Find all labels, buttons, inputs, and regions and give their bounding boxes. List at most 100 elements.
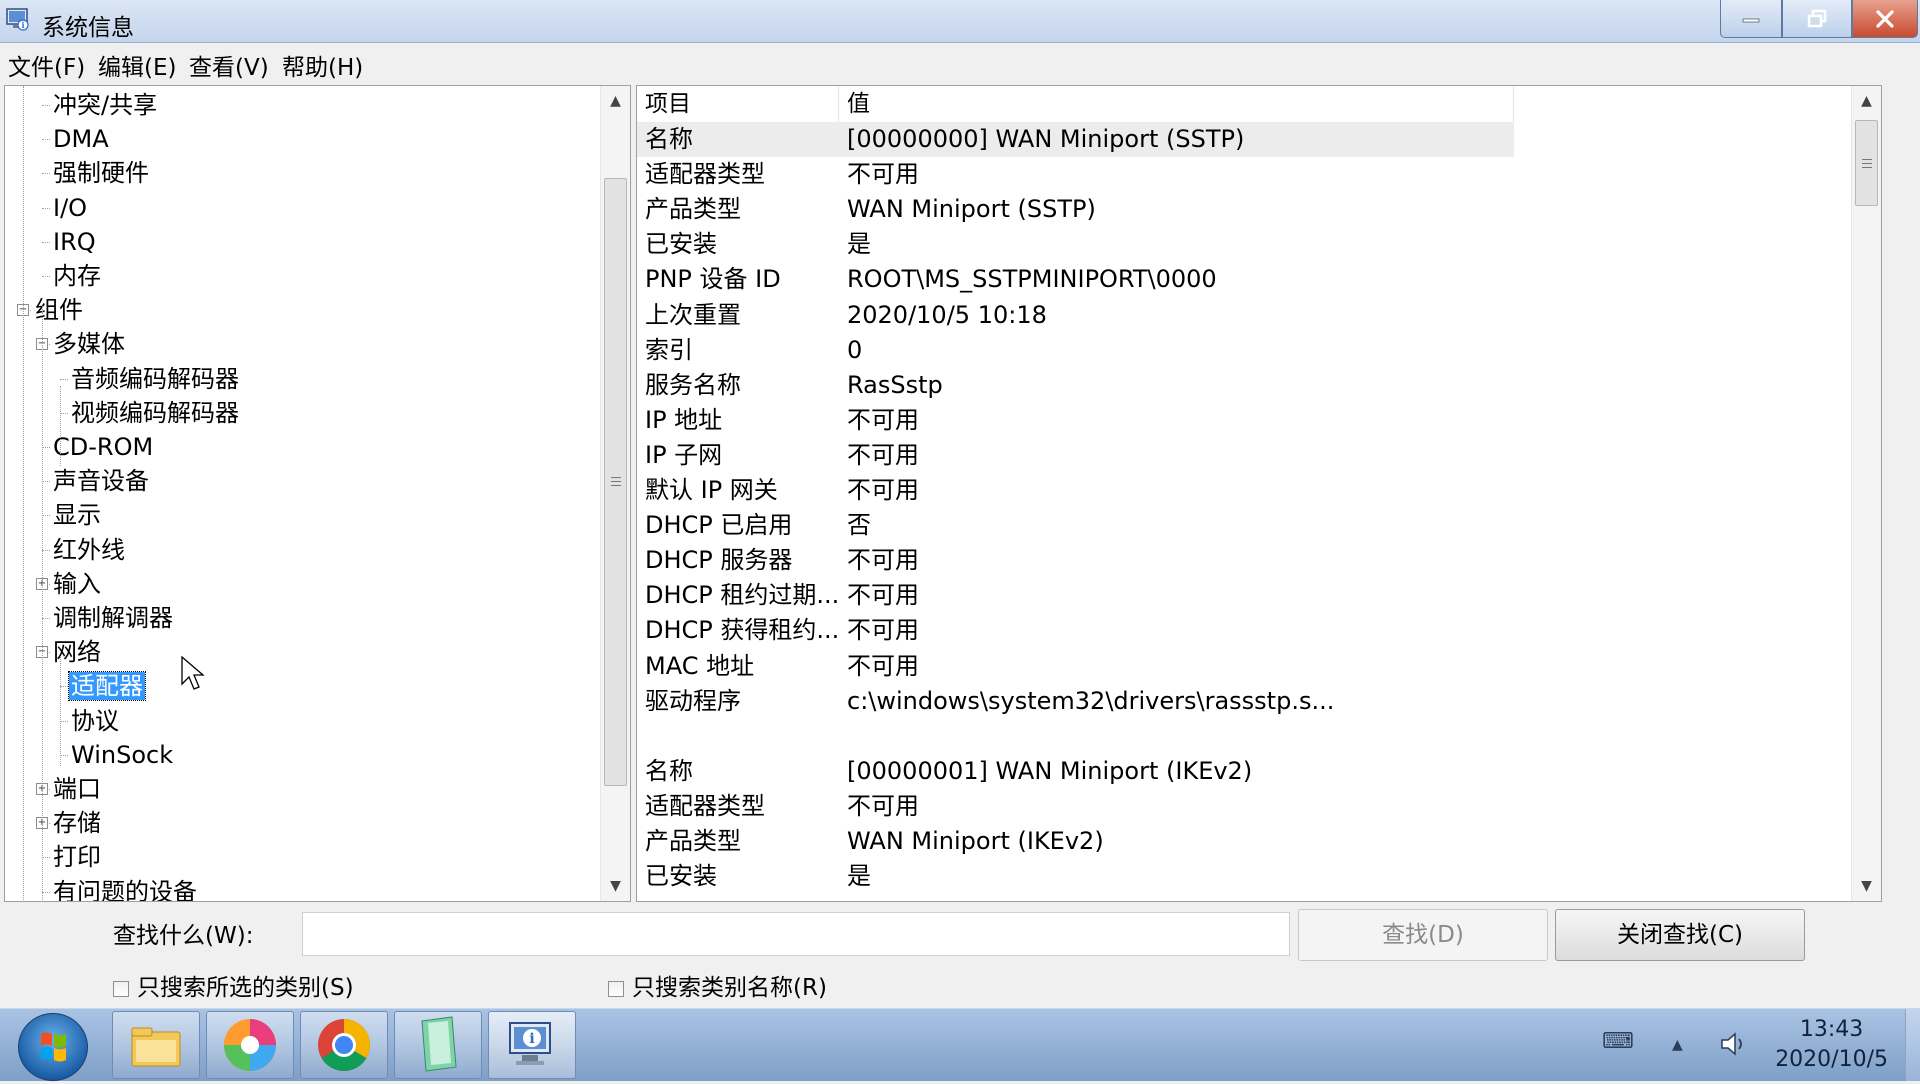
tree-item[interactable]: 输入 [51, 567, 103, 601]
scroll-down-arrow-icon[interactable]: ▼ [1852, 871, 1881, 901]
tree-item[interactable]: 视频编码解码器 [69, 396, 241, 430]
tree-item[interactable]: 调制解调器 [51, 601, 175, 635]
table-row[interactable]: PNP 设备 ID ROOT\MS_SSTPMINIPORT\0000 [637, 262, 1850, 297]
tree-item[interactable]: 内存 [51, 259, 103, 293]
tree-item-label: 音频编码解码器 [71, 364, 239, 393]
tree-item[interactable]: I/O [51, 191, 89, 225]
tree-item[interactable]: 打印 [51, 840, 103, 874]
menu-view[interactable]: 查看(V) [189, 48, 269, 82]
tree-item[interactable]: 存储 [51, 806, 103, 840]
tree-item[interactable]: 网络 [51, 635, 103, 669]
pinwheel-icon [224, 1019, 276, 1071]
tree-connector [60, 754, 68, 756]
column-header-item[interactable]: 项目 [637, 86, 839, 122]
table-row[interactable]: 已安装 是 [637, 227, 1850, 262]
tree-item[interactable]: 组件 [33, 293, 85, 327]
tree-item[interactable]: CD-ROM [51, 430, 155, 464]
minimize-button[interactable] [1720, 0, 1782, 38]
row-value-cell: [00000000] WAN Miniport (SSTP) [839, 122, 1514, 157]
table-row[interactable]: 产品类型 WAN Miniport (IKEv2) [637, 824, 1850, 859]
table-row[interactable]: IP 子网 不可用 [637, 438, 1850, 473]
row-item-cell [637, 719, 839, 754]
table-row[interactable]: 适配器类型 不可用 [637, 789, 1850, 824]
tree-connector [42, 105, 50, 106]
restore-button[interactable] [1782, 0, 1852, 38]
table-row[interactable]: 驱动程序 c:\windows\system32\drivers\rassstp.… [637, 684, 1850, 719]
table-row[interactable]: DHCP 租约过期... 不可用 [637, 578, 1850, 613]
table-row[interactable]: 名称 [00000001] WAN Miniport (IKEv2) [637, 754, 1850, 789]
tree-item[interactable]: DMA [51, 122, 111, 156]
volume-icon[interactable] [1718, 1029, 1748, 1065]
tree-scroll-thumb[interactable] [604, 178, 627, 786]
table-row[interactable]: DHCP 已启用 否 [637, 508, 1850, 543]
table-row[interactable]: 上次重置 2020/10/5 10:18 [637, 298, 1850, 333]
table-row[interactable]: 产品类型 WAN Miniport (SSTP) [637, 192, 1850, 227]
details-scroll-thumb[interactable] [1855, 120, 1878, 206]
tree-connector [60, 686, 68, 688]
search-category-names-option[interactable]: 只搜索类别名称(R) [608, 968, 827, 1002]
table-row[interactable]: DHCP 服务器 不可用 [637, 543, 1850, 578]
taskbar-system-info[interactable]: i [488, 1011, 576, 1079]
row-value-cell: 2020/10/5 10:18 [847, 300, 1047, 329]
table-row[interactable]: DHCP 获得租约... 不可用 [637, 613, 1850, 648]
column-header-value[interactable]: 值 [839, 86, 1514, 122]
row-item-cell: 产品类型 [645, 827, 741, 855]
close-window-button[interactable] [1852, 0, 1918, 38]
tree-item[interactable]: 声音设备 [51, 464, 151, 498]
start-button[interactable] [18, 1013, 88, 1081]
tree-item[interactable]: 端口 [51, 772, 103, 806]
category-tree-pane[interactable]: 冲突/共享 DMA 强制硬件 I/O IRQ 内存 组件 − 多媒体 − 音频编码解码器 视频编码解码… [4, 85, 631, 902]
tree-scrollbar[interactable]: ▲ ▼ [600, 86, 630, 901]
taskbar-notepad-app[interactable] [394, 1011, 482, 1079]
tree-item-label: 强制硬件 [53, 159, 149, 188]
taskbar-chrome[interactable] [300, 1011, 388, 1079]
keyboard-icon[interactable]: ⌨ [1602, 1029, 1634, 1054]
scroll-up-arrow-icon[interactable]: ▲ [1852, 86, 1881, 116]
scroll-down-arrow-icon[interactable]: ▼ [601, 871, 630, 901]
menu-edit[interactable]: 编辑(E) [98, 48, 176, 82]
tree-item[interactable]: WinSock [69, 738, 175, 772]
tree-item[interactable]: 冲突/共享 [51, 88, 159, 122]
tree-item[interactable]: 协议 [69, 704, 121, 738]
scroll-up-arrow-icon[interactable]: ▲ [601, 86, 630, 116]
taskbar-file-explorer[interactable] [112, 1011, 200, 1079]
taskbar-pinwheel-app[interactable] [206, 1011, 294, 1079]
tree-guide-line [42, 306, 43, 901]
show-hidden-icons-icon[interactable]: ▲ [1672, 1037, 1683, 1053]
details-scrollbar[interactable]: ▲ ▼ [1851, 86, 1881, 901]
search-category-names-checkbox[interactable] [608, 980, 624, 997]
menu-help[interactable]: 帮助(H) [282, 48, 363, 82]
tree-item[interactable]: IRQ [51, 225, 98, 259]
table-row[interactable]: 名称 [00000000] WAN Miniport (SSTP) [637, 122, 1850, 157]
close-find-button[interactable]: 关闭查找(C) [1555, 909, 1805, 961]
row-item-cell: 已安装 [645, 862, 717, 891]
find-button[interactable]: 查找(D) [1298, 909, 1548, 961]
table-row[interactable]: 索引 0 [637, 333, 1850, 368]
tree-item[interactable]: 适配器 [68, 669, 146, 703]
tree-item-label: 协议 [71, 706, 119, 735]
tree-item[interactable]: 多媒体 [51, 327, 127, 361]
tree-item[interactable]: 红外线 [51, 533, 127, 567]
table-row[interactable]: IP 地址 不可用 [637, 403, 1850, 438]
show-desktop-button[interactable] [1905, 1009, 1920, 1081]
details-pane[interactable]: 项目 值 名称 [00000000] WAN Miniport (SSTP) 适配器… [636, 85, 1882, 902]
find-what-input[interactable] [302, 912, 1290, 956]
table-row[interactable]: 已安装 是 [637, 859, 1850, 894]
table-row[interactable]: 服务名称 RasSstp [637, 368, 1850, 403]
table-row[interactable]: 适配器类型 不可用 [637, 157, 1850, 192]
taskbar-clock[interactable]: 13:43 2020/10/5 [1775, 1015, 1888, 1075]
tree-item[interactable]: 音频编码解码器 [69, 362, 241, 396]
tree-connector [42, 515, 50, 517]
table-row[interactable] [637, 719, 1850, 754]
search-selected-category-checkbox[interactable] [113, 980, 129, 997]
tree-item[interactable]: 显示 [51, 498, 103, 532]
find-what-label: 查找什么(W): [113, 923, 254, 949]
tree-item[interactable]: 强制硬件 [51, 156, 151, 190]
search-selected-category-option[interactable]: 只搜索所选的类别(S) [113, 968, 354, 1002]
tree-item-label: IRQ [53, 227, 96, 256]
table-row[interactable]: MAC 地址 不可用 [637, 649, 1850, 684]
table-row[interactable]: 默认 IP 网关 不可用 [637, 473, 1850, 508]
clock-date: 2020/10/5 [1775, 1047, 1888, 1072]
tree-item[interactable]: 有问题的设备 [51, 875, 199, 901]
menu-file[interactable]: 文件(F) [8, 48, 85, 82]
